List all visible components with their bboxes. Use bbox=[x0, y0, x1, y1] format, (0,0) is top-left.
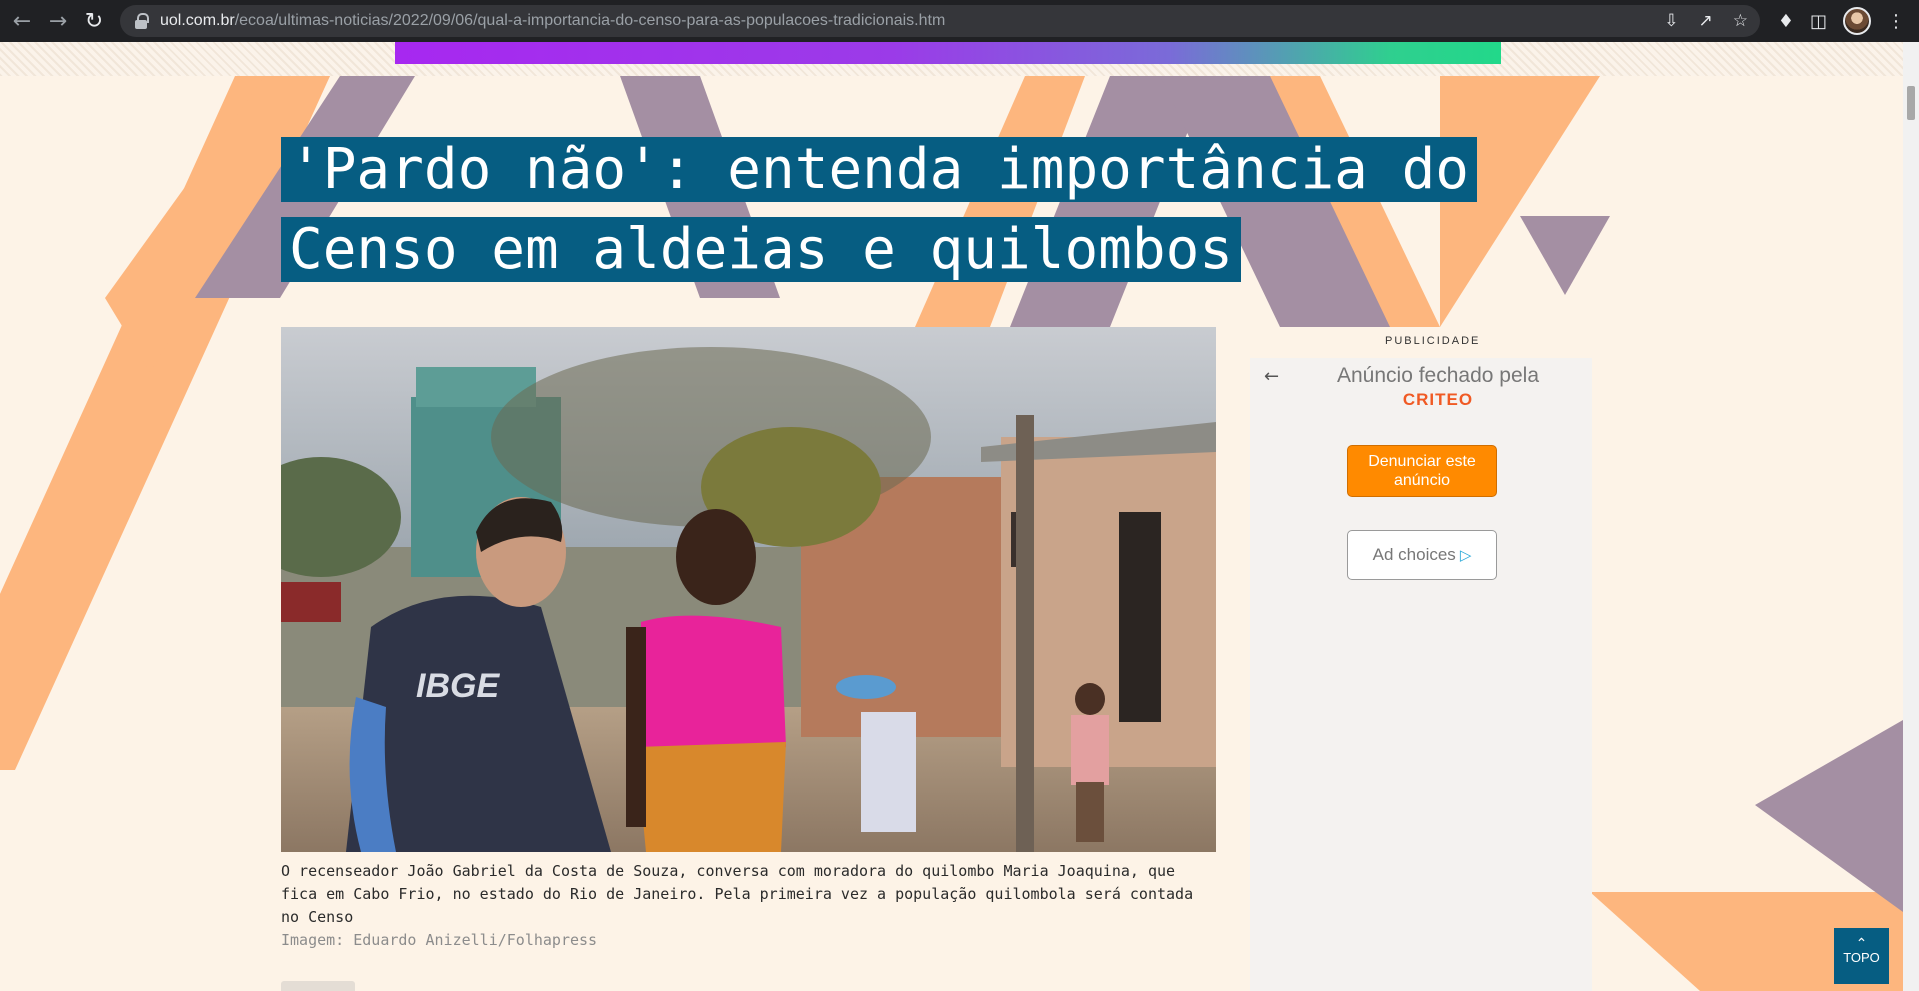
profile-avatar[interactable] bbox=[1843, 7, 1871, 35]
install-app-icon[interactable]: ⇩ bbox=[1664, 11, 1678, 31]
url-host: uol.com.br bbox=[160, 12, 235, 29]
criteo-logo: CRITEO bbox=[1402, 390, 1474, 409]
ad-container: ← Anúncio fechado pela CRITEO Denunciar … bbox=[1250, 358, 1592, 991]
bookmark-star-icon[interactable]: ☆ bbox=[1733, 11, 1748, 31]
photo-woman-head bbox=[676, 509, 756, 605]
menu-kebab-icon[interactable]: ⋮ bbox=[1887, 11, 1905, 32]
photo-woman-top bbox=[641, 615, 786, 752]
article-headline-text: 'Pardo não': entenda importância do Cens… bbox=[281, 137, 1478, 282]
forward-button[interactable]: → bbox=[40, 3, 76, 39]
photo-ibge-logo: IBGE bbox=[416, 667, 500, 705]
photo-child-body bbox=[1071, 715, 1109, 785]
photo-woman-skirt bbox=[636, 742, 786, 852]
author-avatar-chip bbox=[281, 981, 355, 991]
back-button[interactable]: ← bbox=[4, 3, 40, 39]
browser-toolbar: ← → ↻ uol.com.br/ecoa/ultimas-noticias/2… bbox=[0, 0, 1919, 42]
lock-icon bbox=[134, 13, 149, 29]
deco-triangle-purple-bottom-right bbox=[1755, 720, 1903, 912]
back-to-top-button[interactable]: ⌃ TOPO bbox=[1834, 928, 1889, 984]
url-path: /ecoa/ultimas-noticias/2022/09/06/qual-a… bbox=[234, 12, 946, 29]
advertising-label: PUBLICIDADE bbox=[1385, 335, 1481, 347]
share-icon[interactable]: ↗ bbox=[1699, 11, 1713, 31]
address-bar[interactable]: uol.com.br/ecoa/ultimas-noticias/2022/09… bbox=[120, 5, 1760, 37]
article-headline: 'Pardo não': entenda importância do Cens… bbox=[281, 130, 1521, 290]
photo-house-door bbox=[1119, 512, 1161, 722]
reload-button[interactable]: ↻ bbox=[76, 3, 112, 39]
back-to-top-label: TOPO bbox=[1843, 950, 1880, 965]
chevron-up-icon: ⌃ bbox=[1855, 935, 1868, 951]
headline-container: 'Pardo não': entenda importância do Cens… bbox=[281, 130, 1521, 290]
photo-caption: O recenseador João Gabriel da Costa de S… bbox=[281, 862, 1194, 926]
page-scrollbar[interactable] bbox=[1903, 42, 1919, 991]
photo-basin bbox=[836, 675, 896, 699]
article-photo[interactable]: IBGE bbox=[281, 327, 1216, 852]
page-viewport: 'Pardo não': entenda importância do Cens… bbox=[0, 42, 1903, 991]
side-panel-icon[interactable]: ◫ bbox=[1810, 11, 1827, 32]
photo-fence-post bbox=[1016, 415, 1034, 852]
photo-laundry bbox=[861, 712, 916, 832]
report-ad-button[interactable]: Denunciar este anúncio bbox=[1347, 445, 1497, 497]
photo-car bbox=[281, 582, 341, 622]
photo-credit: Imagem: Eduardo Anizelli/Folhapress bbox=[281, 931, 598, 949]
ad-choices-label: Ad choices bbox=[1372, 545, 1456, 564]
scrollbar-thumb[interactable] bbox=[1907, 86, 1915, 120]
extensions-puzzle-icon[interactable]: ♦ bbox=[1778, 11, 1794, 32]
article-photo-illustration: IBGE bbox=[281, 327, 1216, 852]
url-text[interactable]: uol.com.br/ecoa/ultimas-noticias/2022/09… bbox=[160, 12, 945, 30]
photo-child-head bbox=[1075, 683, 1105, 715]
ad-choices-button[interactable]: Ad choices ▷ bbox=[1347, 530, 1497, 580]
ad-closed-text: Anúncio fechado pela bbox=[1337, 364, 1539, 387]
photo-child-legs bbox=[1076, 782, 1104, 842]
photo-woman-arms bbox=[626, 627, 646, 827]
adchoices-triangle-icon: ▷ bbox=[1459, 547, 1472, 564]
deco-triangle-purple-top-right bbox=[1520, 216, 1610, 295]
